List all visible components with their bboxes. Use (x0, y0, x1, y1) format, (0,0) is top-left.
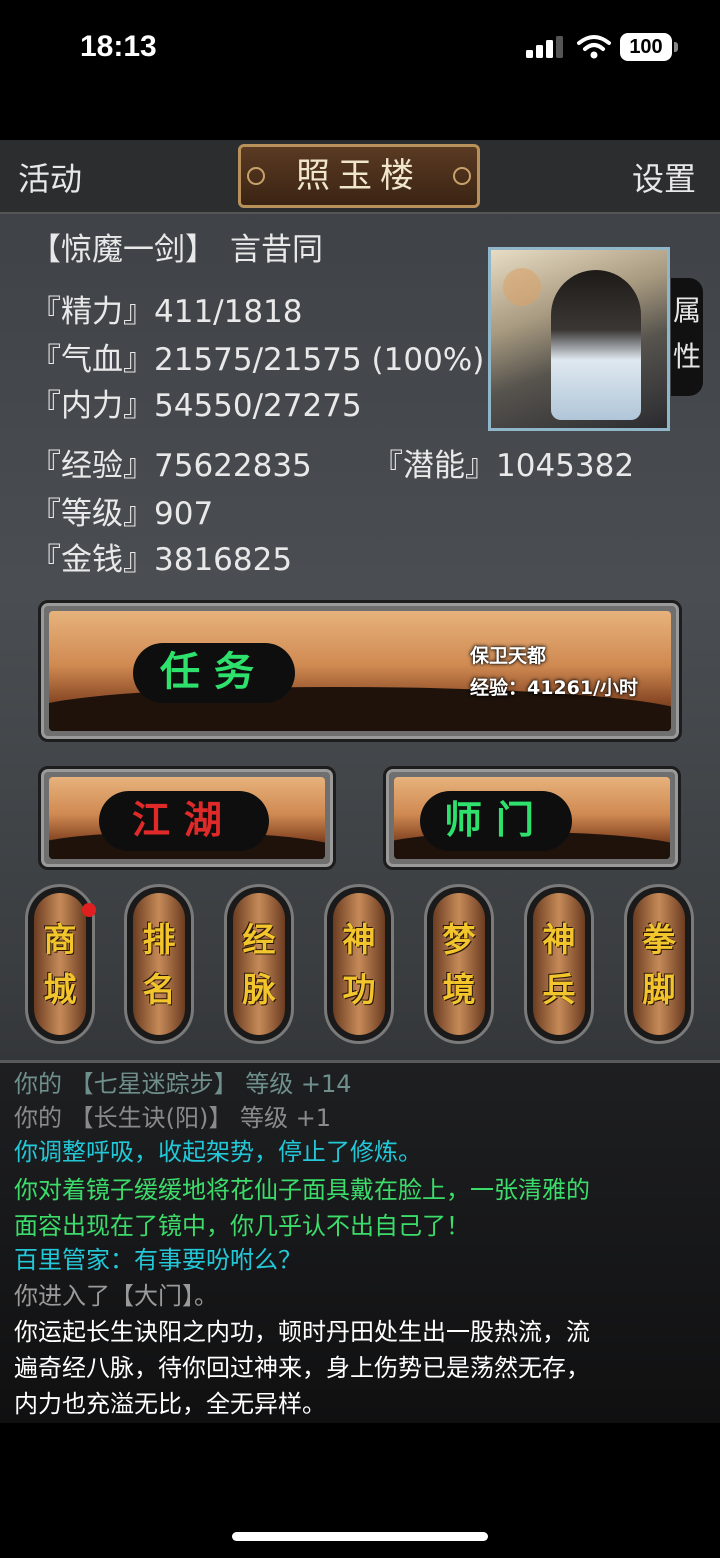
portrait-figure (551, 270, 641, 420)
stat-energy: 『精力』411/1818 (30, 286, 303, 331)
stat-hp: 『气血』21575/21575 (100%) (30, 334, 484, 379)
cellular-signal-icon (526, 36, 563, 58)
stat-value: 75622835 (154, 448, 312, 484)
nav-ranking[interactable]: 排名 (124, 884, 194, 1044)
character-portrait[interactable] (488, 247, 670, 431)
stat-label: 『精力』 (30, 294, 154, 330)
nav-label: 经脉 (242, 920, 276, 1009)
top-bar: 活动 照玉楼 设置 (0, 140, 720, 214)
stat-value: 3816825 (154, 542, 293, 578)
home-indicator[interactable] (232, 1532, 488, 1541)
nav-label: 神兵 (542, 920, 576, 1009)
wifi-icon (577, 35, 611, 59)
nav-label: 商城 (43, 920, 77, 1009)
stat-value: 411/1818 (154, 294, 303, 330)
log-line: 你对着镜子缓缓地将花仙子面具戴在脸上，一张清雅的 (14, 1176, 590, 1204)
attributes-tab[interactable]: 属性 (671, 278, 703, 396)
stat-label: 『潜能』 (372, 448, 496, 484)
task-info-title: 保卫天都 (470, 645, 547, 667)
stat-potential: 『潜能』1045382 (372, 440, 634, 485)
jianghu-label: 江湖 (99, 791, 269, 851)
nav-label: 拳脚 (642, 920, 676, 1009)
nav-meridians[interactable]: 经脉 (224, 884, 294, 1044)
log-line: 你进入了【大门】。 (14, 1282, 218, 1310)
settings-button[interactable]: 设置 (632, 154, 696, 200)
jianghu-button[interactable]: 江湖 (38, 766, 336, 870)
portrait-sun (503, 268, 541, 306)
stat-label: 『气血』 (30, 342, 154, 378)
shimen-button[interactable]: 师门 (383, 766, 681, 870)
stat-label: 『等级』 (30, 496, 154, 532)
status-bar: 18:13 100 (0, 0, 720, 100)
shimen-label: 师门 (420, 791, 572, 851)
stat-value: 21575/21575 (100%) (154, 342, 485, 378)
character-title: 【惊魔一剑】 (30, 232, 216, 268)
nav-divine-skills[interactable]: 神功 (324, 884, 394, 1044)
nav-dream[interactable]: 梦境 (424, 884, 494, 1044)
stat-label: 『经验』 (30, 448, 154, 484)
character-name: 言昔同 (230, 232, 323, 268)
log-line: 遍奇经八脉，待你回过神来，身上伤势已是荡然无存， (14, 1354, 590, 1382)
nav-label: 排名 (142, 920, 176, 1009)
log-line: 你调整呼吸，收起架势，停止了修炼。 (14, 1138, 422, 1166)
log-line: 内力也充溢无比，全无异样。 (14, 1390, 326, 1418)
task-info: 保卫天都 经验：41261/小时 (470, 640, 638, 704)
stat-internal-power: 『内力』54550/27275 (30, 380, 362, 425)
log-line: 百里管家：有事要吩咐么？ (14, 1246, 302, 1274)
task-label: 任务 (133, 643, 295, 703)
battery-tip (674, 42, 678, 52)
stat-label: 『内力』 (30, 388, 154, 424)
clock: 18:13 (80, 30, 157, 63)
nav-divine-weapons[interactable]: 神兵 (524, 884, 594, 1044)
notification-dot (82, 903, 96, 917)
task-info-exp: 经验：41261/小时 (470, 677, 639, 699)
log-line: 面容出现在了镜中，你几乎认不出自己了！ (14, 1212, 470, 1240)
location-title: 照玉楼 (238, 144, 480, 208)
nav-fist-kick[interactable]: 拳脚 (624, 884, 694, 1044)
stat-money: 『金钱』3816825 (30, 534, 292, 579)
stat-level: 『等级』907 (30, 488, 213, 533)
nav-label: 神功 (342, 920, 376, 1009)
stat-label: 『金钱』 (30, 542, 154, 578)
activity-button[interactable]: 活动 (18, 154, 82, 200)
stat-value: 54550/27275 (154, 388, 362, 424)
stat-experience: 『经验』75622835 (30, 440, 312, 485)
log-line: 你的 【七星迷踪步】 等级 +14 (14, 1070, 352, 1098)
nav-label: 梦境 (442, 920, 476, 1009)
stat-value: 907 (154, 496, 214, 532)
log-line: 你的 【长生诀(阳)】 等级 +1 (14, 1104, 331, 1132)
stat-value: 1045382 (496, 448, 635, 484)
battery-indicator: 100 (620, 33, 672, 61)
log-line: 你运起长生诀阳之内功，顿时丹田处生出一股热流，流 (14, 1318, 590, 1346)
